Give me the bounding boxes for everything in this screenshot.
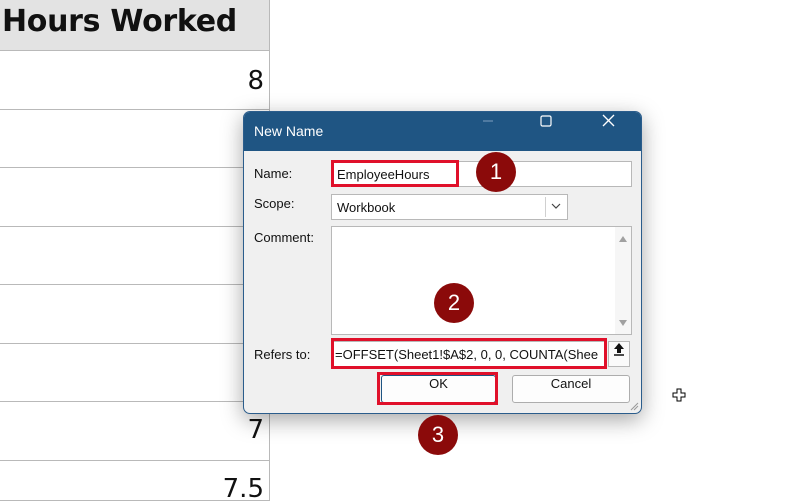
resize-grip-icon[interactable] — [629, 401, 639, 411]
close-icon[interactable] — [586, 112, 630, 151]
highlight-ok-button — [377, 372, 498, 405]
maximize-icon[interactable] — [524, 112, 568, 151]
spreadsheet: Hours Worked 8 7 8 7 7.5 — [0, 0, 272, 504]
cell-row-4[interactable]: 8 — [0, 227, 270, 285]
cell-cursor-icon — [672, 388, 686, 402]
cell-row-1[interactable]: 8 — [0, 51, 270, 110]
comment-label: Comment: — [254, 230, 314, 245]
scope-select-value: Workbook — [337, 200, 396, 215]
column-header-label: Hours Worked — [2, 4, 237, 39]
cell-value: 7.5 — [222, 474, 264, 504]
comment-scrollbar[interactable] — [615, 227, 631, 334]
comment-textarea[interactable] — [331, 226, 632, 335]
highlight-name-field — [331, 160, 459, 187]
cell-row-5[interactable] — [0, 285, 270, 344]
cell-row-6[interactable] — [0, 344, 270, 402]
cell-row-2[interactable]: 7 — [0, 110, 270, 168]
cell-row-7[interactable]: 7 — [0, 402, 270, 461]
scope-select[interactable]: Workbook — [331, 194, 568, 220]
cell-row-3[interactable] — [0, 168, 270, 227]
cell-value: 7 — [247, 415, 264, 445]
chevron-down-icon[interactable] — [545, 197, 565, 217]
column-header-cell[interactable]: Hours Worked — [0, 0, 270, 51]
dialog-title: New Name — [254, 123, 324, 139]
cancel-button[interactable]: Cancel — [512, 375, 630, 403]
cell-value: 8 — [247, 66, 264, 96]
step-3-badge: 3 — [418, 415, 458, 455]
scope-label: Scope: — [254, 196, 295, 211]
step-1-badge: 1 — [476, 152, 516, 192]
upload-arrow-icon — [614, 343, 624, 356]
minimize-icon[interactable] — [466, 112, 510, 151]
dialog-titlebar[interactable]: New Name — [244, 112, 641, 151]
step-2-badge: 2 — [434, 283, 474, 323]
name-label: Name: — [254, 166, 293, 181]
scroll-down-icon[interactable] — [618, 319, 628, 327]
highlight-refers-to-field — [331, 338, 607, 369]
refers-to-label: Refers to: — [254, 347, 311, 362]
cell-row-8[interactable]: 7.5 — [0, 461, 270, 504]
scroll-up-icon[interactable] — [618, 235, 628, 243]
collapse-dialog-button[interactable] — [608, 341, 630, 367]
